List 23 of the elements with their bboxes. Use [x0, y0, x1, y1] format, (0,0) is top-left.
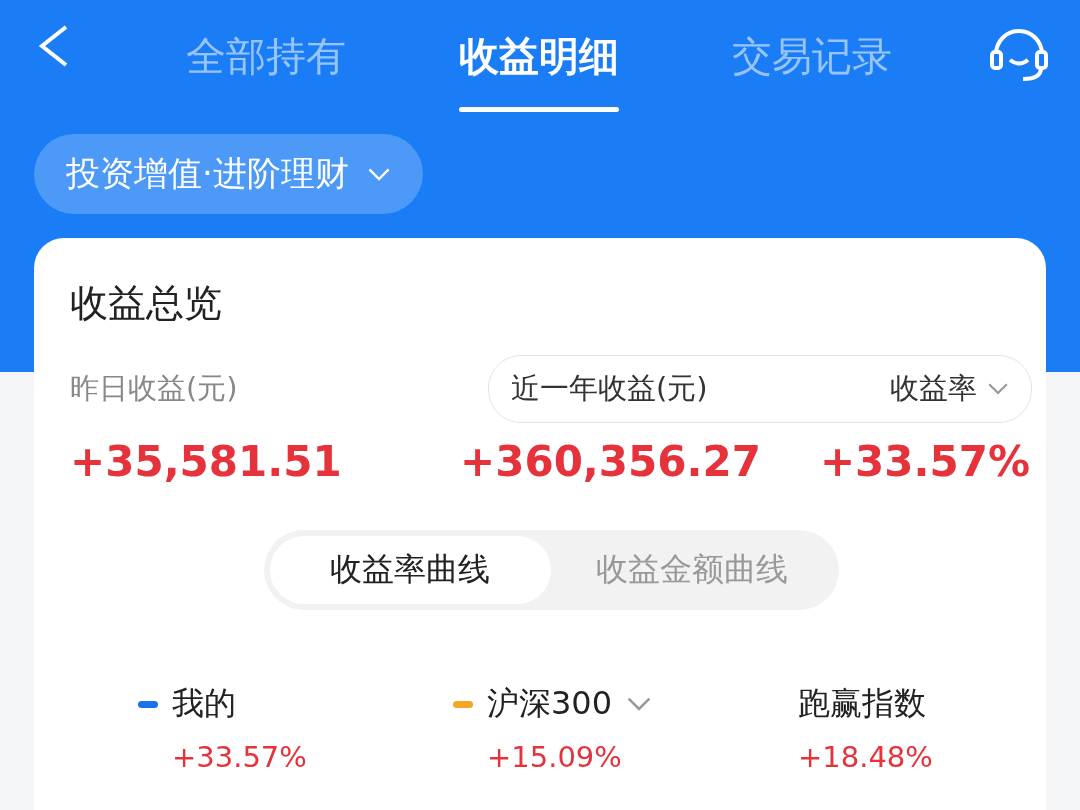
rate-dropdown[interactable]: 收益率	[890, 369, 1009, 409]
legend-label: 跑赢指数	[798, 683, 926, 724]
legend-value: +33.57%	[172, 740, 308, 774]
rate-value: +33.57%	[818, 437, 1030, 486]
yesterday-label: 昨日收益(元)	[70, 370, 239, 407]
legend-label: 沪深300	[487, 683, 613, 724]
tab[interactable]: 收益明细	[459, 0, 619, 112]
legend-value: +15.09%	[487, 740, 623, 774]
chevron-down-icon	[366, 166, 391, 182]
card-title: 收益总览	[70, 280, 223, 327]
chevron-down-icon	[987, 382, 1009, 396]
curve-tab[interactable]: 收益金额曲线	[551, 536, 833, 604]
year-value: +360,356.27	[460, 437, 762, 486]
legend-value: +18.48%	[798, 740, 934, 774]
legend-label: 我的	[172, 683, 236, 724]
curve-tab[interactable]: 收益率曲线	[269, 536, 551, 604]
back-icon[interactable]	[36, 24, 70, 68]
tab[interactable]: 交易记录	[731, 0, 892, 112]
tab[interactable]: 全部持有	[186, 0, 347, 112]
chevron-down-icon	[626, 696, 653, 712]
year-label: 近一年收益(元)	[511, 370, 708, 407]
yesterday-value: +35,581.51	[70, 437, 343, 486]
product-dropdown[interactable]: 投资增值·进阶理财	[34, 134, 423, 214]
